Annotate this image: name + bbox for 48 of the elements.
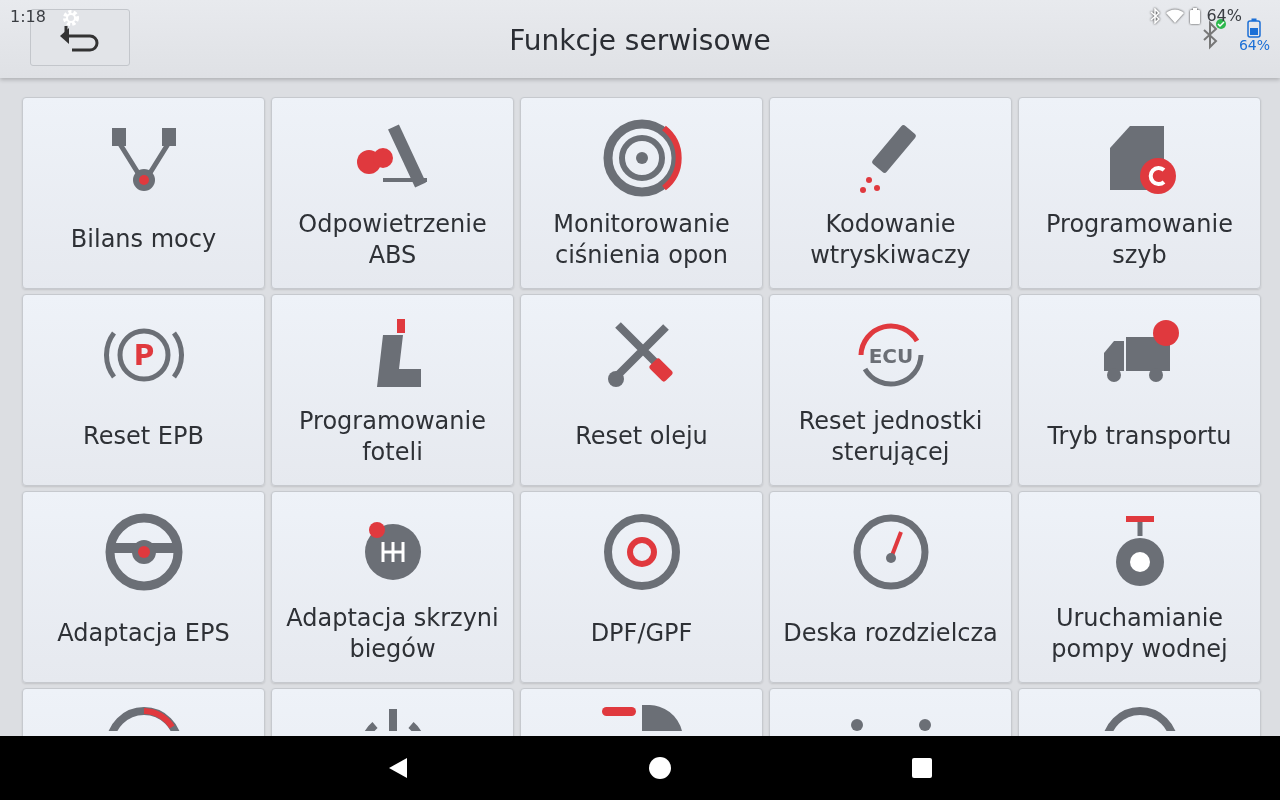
- tile-label: Programowanie foteli: [298, 405, 487, 468]
- icon-text: P: [133, 339, 154, 372]
- battery-percent: 64%: [1206, 8, 1242, 24]
- tile-label: Adaptacja EPS: [57, 618, 230, 650]
- function-tile[interactable]: Kodowanie wtryskiwaczy: [769, 97, 1012, 289]
- tile-label: Deska rozdzielcza: [783, 618, 998, 650]
- icon-text: ECU: [868, 344, 913, 368]
- function-tile[interactable]: DPF/GPF: [520, 491, 763, 683]
- battery-icon: [1190, 8, 1201, 24]
- function-tile[interactable]: Odpowietrzenie ABS: [271, 97, 514, 289]
- wheel-icon: [601, 118, 682, 198]
- bluetooth-icon: [1150, 8, 1161, 24]
- wifi-icon: [1166, 9, 1185, 23]
- tile-label: Kodowanie wtryskiwaczy: [809, 208, 972, 271]
- gear-icon: [62, 9, 80, 27]
- back-icon[interactable]: [388, 757, 408, 779]
- function-tile[interactable]: Monitorowanie ciśnienia opon: [520, 97, 763, 289]
- tile-label: Programowanie szyb: [1045, 208, 1234, 271]
- dots-icon: [850, 717, 931, 731]
- tile-label: Reset EPB: [83, 421, 204, 453]
- status-time: 1:18: [10, 9, 46, 25]
- function-tile[interactable]: Deska rozdzielcza: [769, 491, 1012, 683]
- function-tile[interactable]: Bilans mocy: [22, 97, 265, 289]
- tile-label: Bilans mocy: [70, 224, 217, 256]
- function-tile[interactable]: Adaptacja skrzyni biegów: [271, 491, 514, 683]
- tile-label: Tryb transportu: [1047, 421, 1232, 453]
- filter-disc-icon: [601, 512, 682, 592]
- tile-label: Reset jednostki sterującej: [797, 405, 984, 468]
- steering-wheel-icon: [103, 512, 184, 592]
- function-tile[interactable]: Programowanie szyb: [1018, 97, 1261, 289]
- function-tile[interactable]: Reset oleju: [520, 294, 763, 486]
- page-title: Funkcje serwisowe: [509, 23, 771, 59]
- home-icon[interactable]: [648, 756, 672, 780]
- tile-label: Odpowietrzenie ABS: [297, 208, 488, 271]
- function-tile[interactable]: Uruchamianie pompy wodnej: [1018, 491, 1261, 683]
- function-tile[interactable]: Adaptacja EPS: [22, 491, 265, 683]
- function-tile[interactable]: Programowanie foteli: [271, 294, 514, 486]
- function-tile[interactable]: ECU Reset jednostki sterującej: [769, 294, 1012, 486]
- tile-label: Reset oleju: [575, 421, 708, 453]
- tile-label: Monitorowanie ciśnienia opon: [552, 208, 731, 271]
- function-tile[interactable]: P Reset EPB: [22, 294, 265, 486]
- battery-percent: 64%: [1238, 38, 1270, 54]
- battery-icon: [1247, 18, 1262, 38]
- tile-label: DPF/GPF: [590, 618, 693, 650]
- headlight-icon: [601, 705, 682, 731]
- tile-label: Adaptacja skrzyni biegów: [285, 602, 500, 665]
- function-tile[interactable]: Tryb transportu: [1018, 294, 1261, 486]
- tile-label: Uruchamianie pompy wodnej: [1050, 602, 1229, 665]
